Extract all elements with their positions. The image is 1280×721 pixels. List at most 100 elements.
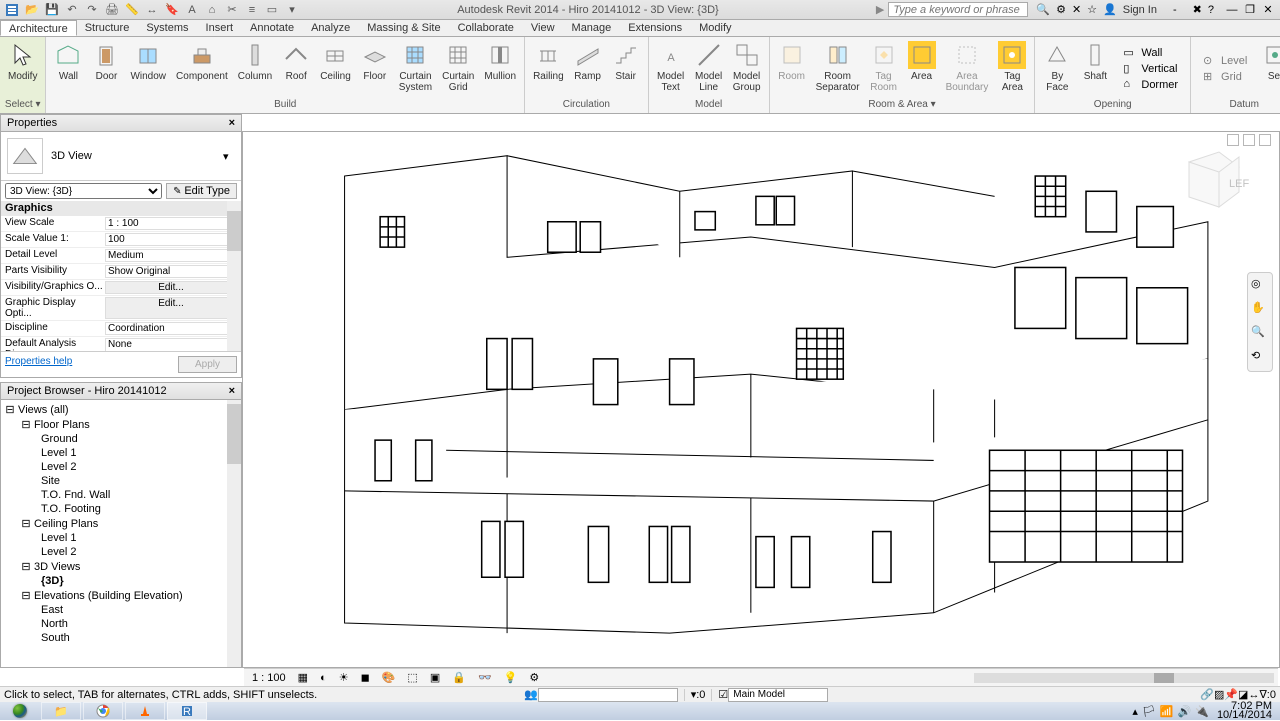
- tab-collaborate[interactable]: Collaborate: [450, 20, 523, 36]
- print-icon[interactable]: 🖨: [104, 2, 120, 18]
- favorite-icon[interactable]: ☆: [1087, 3, 1097, 16]
- tree-item[interactable]: ⊟ 3D Views: [3, 559, 239, 574]
- tree-item[interactable]: Level 1: [3, 531, 239, 545]
- opening-wall-button[interactable]: ▭Wall: [1119, 45, 1182, 61]
- text-icon[interactable]: A: [184, 2, 200, 18]
- component-button[interactable]: Component: [172, 39, 232, 98]
- tree-item[interactable]: T.O. Footing: [3, 502, 239, 516]
- modify-button[interactable]: Modify: [4, 39, 41, 98]
- tray-power-icon[interactable]: 🔌: [1195, 705, 1209, 718]
- user-icon[interactable]: 👤: [1103, 3, 1117, 16]
- close-button[interactable]: ✕: [1260, 3, 1276, 17]
- tree-item[interactable]: Level 2: [3, 545, 239, 559]
- tree-item[interactable]: ⊟ Floor Plans: [3, 417, 239, 432]
- tab-analyze[interactable]: Analyze: [303, 20, 359, 36]
- roof-button[interactable]: Roof: [278, 39, 314, 98]
- dimension-icon[interactable]: ↔: [144, 2, 160, 18]
- pan-icon[interactable]: ✋: [1251, 301, 1269, 319]
- tree-item[interactable]: ⊟ Views (all): [3, 402, 239, 417]
- editable-only-icon[interactable]: ☑: [718, 688, 728, 701]
- tab-structure[interactable]: Structure: [77, 20, 139, 36]
- select-links-icon[interactable]: 🔗: [1200, 688, 1214, 701]
- task-vlc[interactable]: [125, 702, 165, 720]
- type-selector[interactable]: 3D View ▾: [1, 132, 241, 181]
- group-room-area-label[interactable]: Room & Area ▾: [774, 98, 1031, 111]
- tab-architecture[interactable]: Architecture: [0, 20, 77, 36]
- tray-volume-icon[interactable]: 🔊: [1178, 705, 1192, 718]
- shaft-button[interactable]: Shaft: [1077, 39, 1113, 98]
- help-icon[interactable]: ?: [1208, 4, 1214, 16]
- ramp-button[interactable]: Ramp: [570, 39, 606, 98]
- railing-button[interactable]: Railing: [529, 39, 568, 98]
- orbit-icon[interactable]: ⟲: [1251, 349, 1269, 367]
- properties-title-bar[interactable]: Properties ×: [0, 114, 242, 132]
- property-row[interactable]: Visibility/Graphics O...Edit...: [1, 280, 241, 296]
- exchange-apps-icon[interactable]: ✖: [1193, 3, 1202, 16]
- properties-help-link[interactable]: Properties help: [5, 356, 72, 373]
- set-button[interactable]: Set: [1257, 39, 1280, 98]
- crop-icon[interactable]: ⬚: [403, 671, 421, 684]
- reveal-icon[interactable]: 💡: [500, 671, 522, 684]
- tab-systems[interactable]: Systems: [138, 20, 197, 36]
- by-face-button[interactable]: By Face: [1039, 39, 1075, 98]
- tree-item[interactable]: ⊟ Elevations (Building Elevation): [3, 588, 239, 603]
- thin-lines-icon[interactable]: ≡: [244, 2, 260, 18]
- tag-icon[interactable]: 🔖: [164, 2, 180, 18]
- tray-network-icon[interactable]: 📶: [1160, 705, 1174, 718]
- tree-item[interactable]: Ground: [3, 432, 239, 446]
- window-button[interactable]: Window: [126, 39, 170, 98]
- open-icon[interactable]: 📂: [24, 2, 40, 18]
- tab-view[interactable]: View: [523, 20, 564, 36]
- property-row[interactable]: DisciplineCoordination: [1, 321, 241, 337]
- tree-item[interactable]: Site: [3, 474, 239, 488]
- level-button[interactable]: ⊙Level: [1199, 53, 1251, 69]
- browser-title-bar[interactable]: Project Browser - Hiro 20141012 ×: [0, 382, 242, 400]
- sign-in-link[interactable]: Sign In: [1123, 4, 1157, 16]
- opening-vertical-button[interactable]: ▯Vertical: [1119, 61, 1182, 77]
- tab-annotate[interactable]: Annotate: [242, 20, 303, 36]
- tag-room-button[interactable]: Tag Room: [866, 39, 902, 98]
- visual-style-icon[interactable]: ◐: [316, 672, 331, 684]
- task-revit[interactable]: R: [167, 702, 207, 720]
- tab-massing[interactable]: Massing & Site: [359, 20, 449, 36]
- stair-button[interactable]: Stair: [608, 39, 644, 98]
- mullion-button[interactable]: Mullion: [480, 39, 520, 98]
- redo-icon[interactable]: ↷: [84, 2, 100, 18]
- main-model-dropdown[interactable]: Main Model: [728, 688, 828, 702]
- sun-path-icon[interactable]: ☀: [335, 671, 353, 684]
- tree-item[interactable]: Level 1: [3, 446, 239, 460]
- group-select-label[interactable]: Select ▾: [4, 98, 41, 111]
- area-boundary-button[interactable]: Area Boundary: [942, 39, 993, 98]
- tray-action-icon[interactable]: 🏳: [1142, 705, 1156, 718]
- shadows-icon[interactable]: ◼: [357, 671, 374, 684]
- 3d-viewport[interactable]: LEFT ◎ ✋ 🔍 ⟲: [242, 131, 1280, 668]
- task-chrome[interactable]: [83, 702, 123, 720]
- select-underlay-icon[interactable]: ▨: [1214, 688, 1224, 701]
- lock-icon[interactable]: 🔒: [448, 671, 470, 684]
- task-explorer[interactable]: 📁: [41, 702, 81, 720]
- tab-modify[interactable]: Modify: [691, 20, 740, 36]
- edit-type-button[interactable]: ✎ Edit Type: [166, 183, 237, 199]
- opening-dormer-button[interactable]: ⌂Dormer: [1119, 77, 1182, 93]
- view-cube[interactable]: LEFT: [1169, 142, 1249, 222]
- property-row[interactable]: Graphic Display Opti...Edit...: [1, 296, 241, 321]
- browser-scrollbar[interactable]: [227, 400, 241, 667]
- drag-icon[interactable]: ↔: [1248, 689, 1259, 701]
- column-button[interactable]: Column: [234, 39, 276, 98]
- tab-insert[interactable]: Insert: [198, 20, 243, 36]
- wall-button[interactable]: Wall: [50, 39, 86, 98]
- instance-selector[interactable]: 3D View: {3D}: [5, 183, 162, 199]
- curtain-system-button[interactable]: Curtain System: [395, 39, 436, 98]
- tree-item[interactable]: North: [3, 617, 239, 631]
- tree-item[interactable]: {3D}: [3, 574, 239, 588]
- 3d-icon[interactable]: ⌂: [204, 2, 220, 18]
- exchange-icon[interactable]: ✕: [1072, 3, 1081, 16]
- property-row[interactable]: Scale Value 1:100: [1, 232, 241, 248]
- maximize-button[interactable]: ❐: [1242, 3, 1258, 17]
- tray-up-icon[interactable]: ▴: [1132, 705, 1138, 718]
- rendering-icon[interactable]: 🎨: [378, 671, 400, 684]
- model-line-button[interactable]: Model Line: [691, 39, 727, 98]
- door-button[interactable]: Door: [88, 39, 124, 98]
- type-dropdown-icon[interactable]: ▾: [223, 150, 235, 163]
- search-icon[interactable]: 🔍: [1036, 3, 1050, 16]
